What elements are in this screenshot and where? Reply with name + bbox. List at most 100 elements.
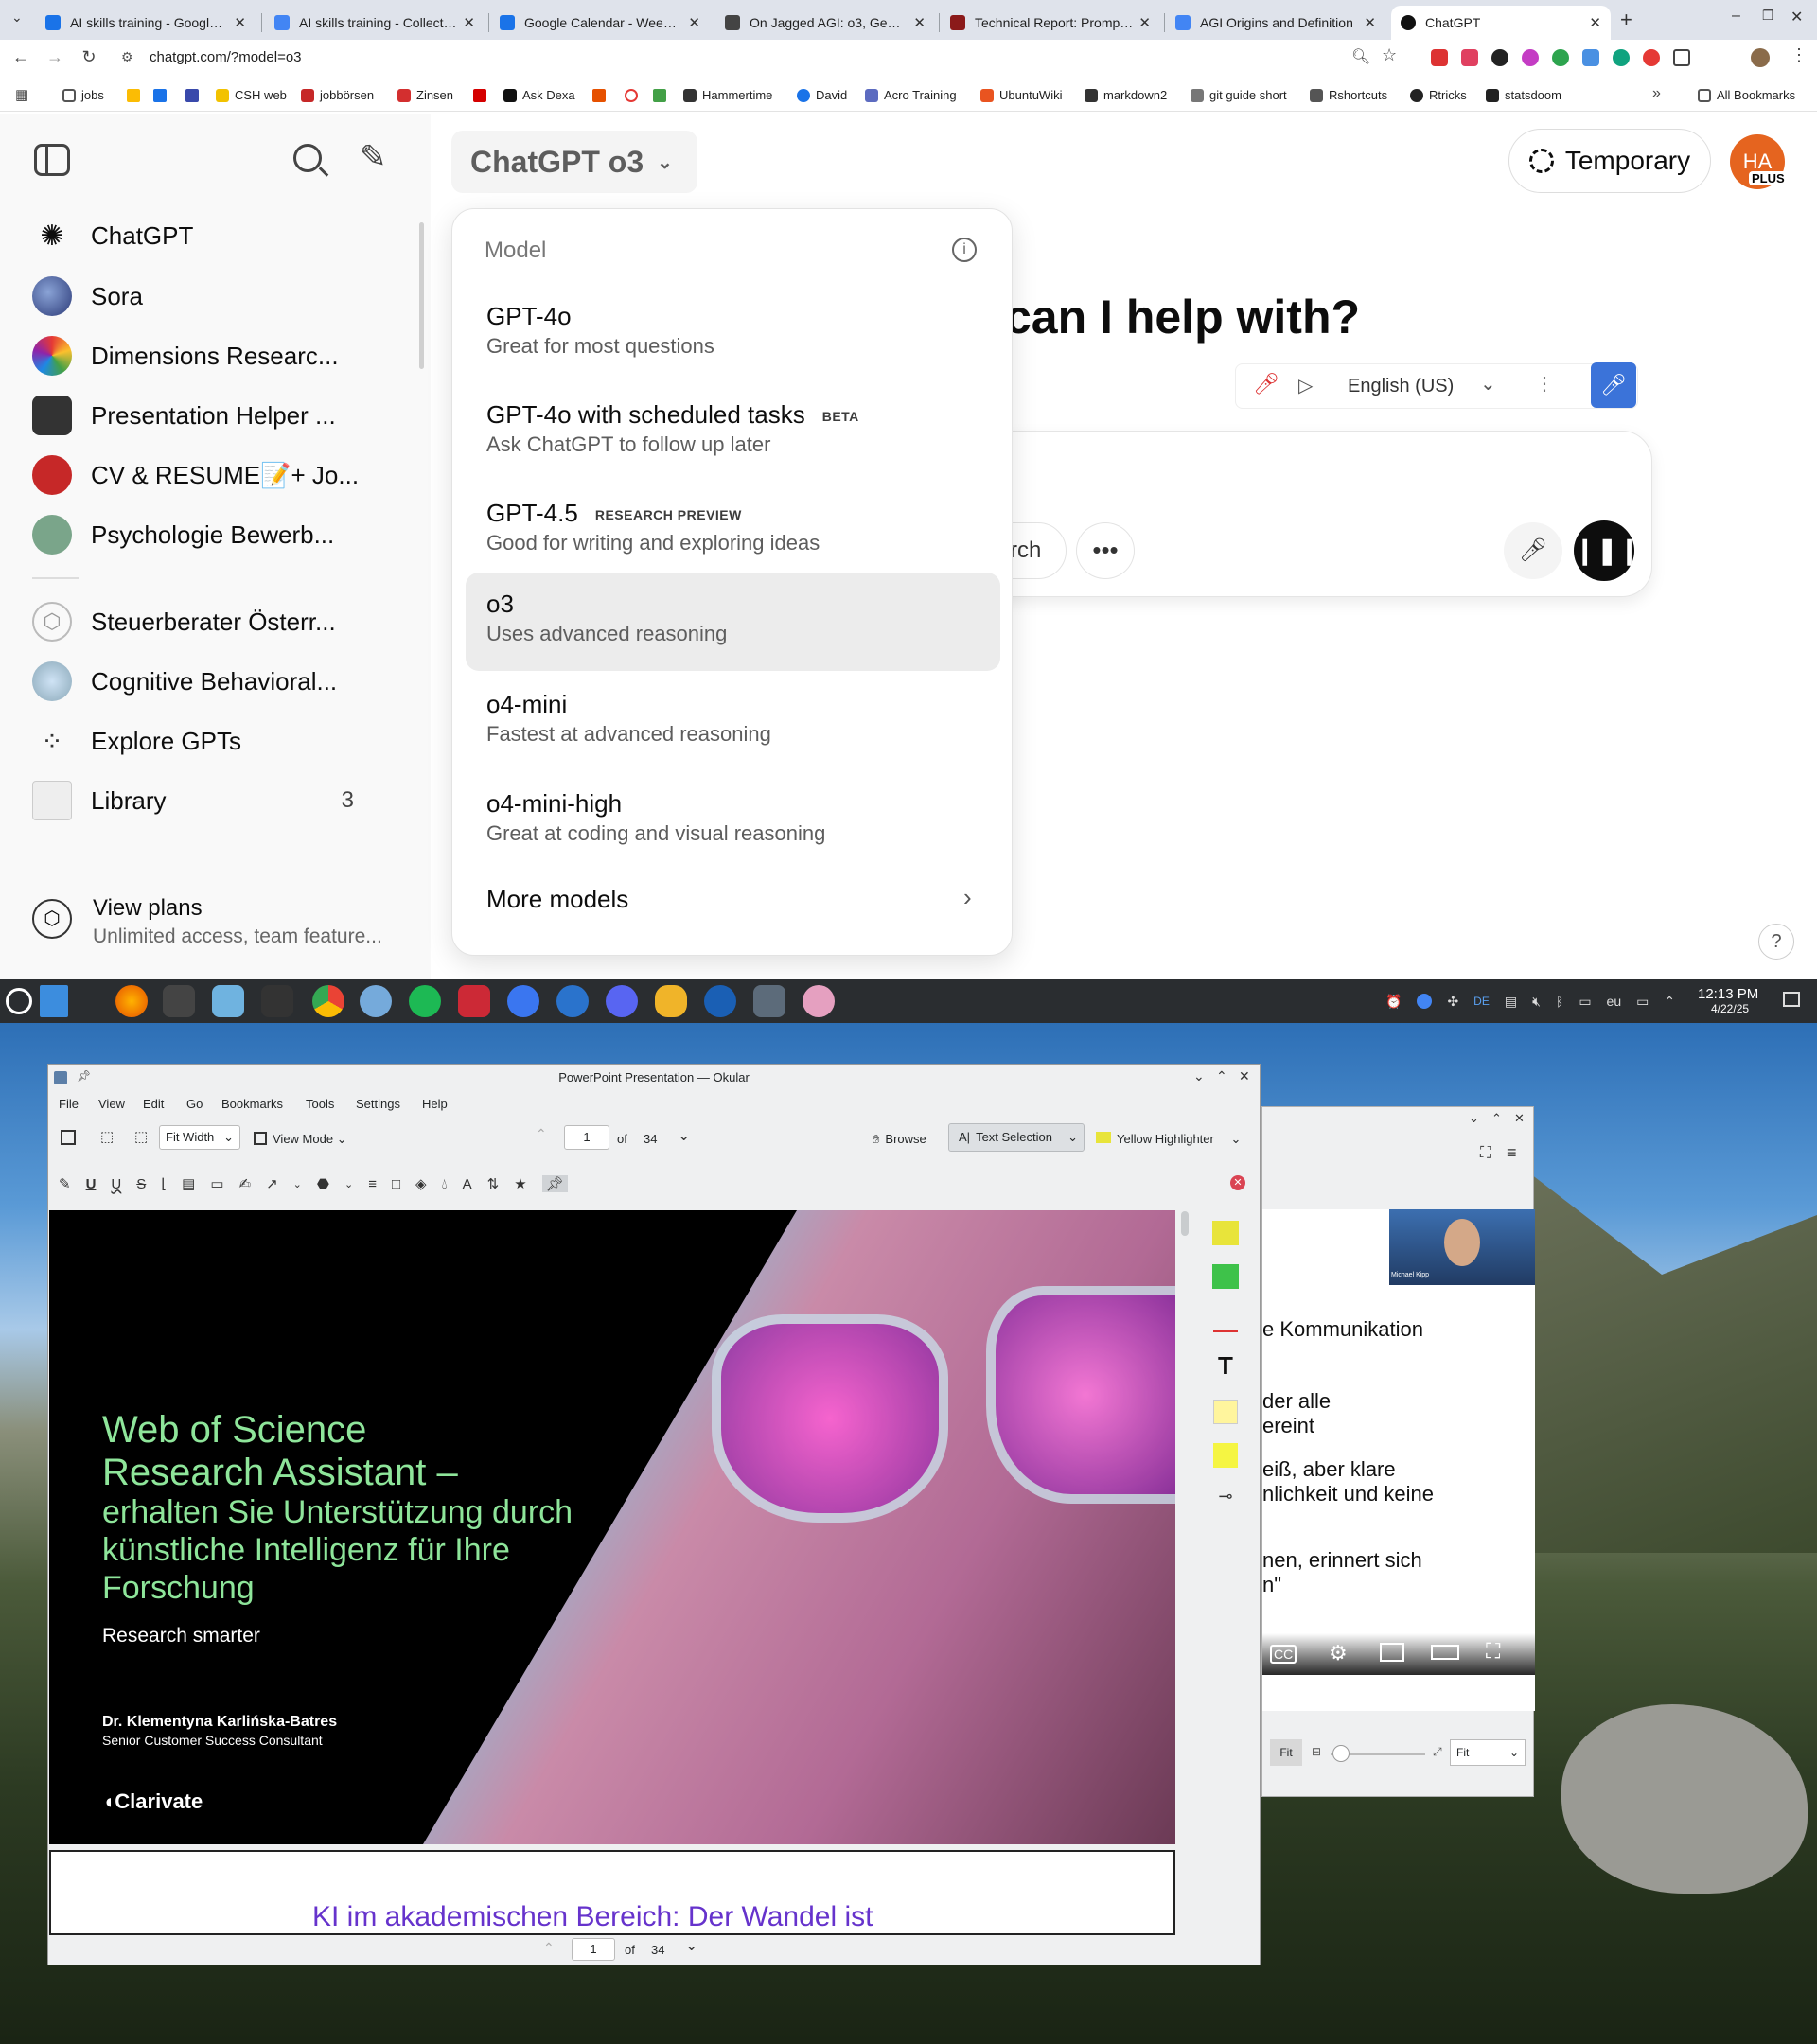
chrome-icon[interactable] <box>312 985 344 1017</box>
menu-bookmarks[interactable]: Bookmarks <box>221 1097 283 1111</box>
model-option-o4-mini[interactable]: o4-mini Fastest at advanced reasoning <box>466 673 1000 771</box>
new-chat-icon[interactable]: ✎ <box>360 138 387 176</box>
sidebar-scrollbar[interactable] <box>419 222 424 369</box>
menu-icon[interactable]: ⋮ <box>1791 45 1808 65</box>
spotify-icon[interactable] <box>409 985 441 1017</box>
opacity-icon[interactable]: 💧︎ <box>442 1176 448 1192</box>
browse-tool-button[interactable]: ✋︎ Browse <box>873 1132 926 1147</box>
more-vertical-icon[interactable]: ⋮ <box>1535 372 1554 396</box>
monitor-icon[interactable]: ▭ <box>1636 994 1649 1010</box>
new-tab-icon[interactable]: + <box>1620 8 1632 32</box>
pen-icon[interactable]: ✎ <box>59 1175 71 1192</box>
sidebar-item-explore-gpts[interactable]: ⁘ Explore GPTs <box>32 716 392 766</box>
site-info-icon[interactable]: ⚙ <box>121 49 133 65</box>
close-icon[interactable]: ✕ <box>463 14 475 31</box>
tab-7-active[interactable]: ChatGPT ✕ <box>1391 6 1611 40</box>
view-mode-button[interactable]: View Mode ⌄ <box>254 1132 347 1147</box>
chevron-up-icon[interactable]: ⌃ <box>1491 1111 1502 1126</box>
sidebar-item-steuerberater[interactable]: ⬡ Steuerberater Österr... <box>32 597 392 646</box>
bookmark-jobboersen[interactable]: jobbörsen <box>301 88 374 102</box>
bookmark-icon[interactable] <box>653 89 666 102</box>
bookmark-david[interactable]: David <box>797 88 847 102</box>
sidebar-item-chatgpt[interactable]: ✺ ChatGPT <box>32 211 392 260</box>
reload-icon[interactable]: ↻ <box>78 47 100 67</box>
chrome-tray-icon[interactable] <box>1417 994 1433 1009</box>
ext-icon[interactable] <box>1613 49 1630 66</box>
view-plans[interactable]: ⬡ View plans Unlimited access, team feat… <box>32 895 411 952</box>
bookmark-rtricks[interactable]: Rtricks <box>1410 88 1467 102</box>
arrow-icon[interactable]: ↗ <box>266 1175 278 1192</box>
cc-icon[interactable]: CC <box>1270 1645 1297 1664</box>
tray-expand-icon[interactable]: ⌃ <box>1664 994 1675 1010</box>
miniplayer-icon[interactable] <box>1380 1643 1404 1662</box>
bookmark-icon[interactable] <box>185 89 199 102</box>
volume-icon[interactable]: 🔇︎ <box>1532 994 1541 1010</box>
bookmark-icon[interactable] <box>127 89 140 102</box>
model-selector-button[interactable]: ChatGPT o3 ⌄ <box>451 131 697 193</box>
highlighter-tool-button[interactable]: Yellow Highlighter ⌄ <box>1096 1132 1241 1147</box>
sidebar-item-dimensions[interactable]: Dimensions Researc... <box>32 331 392 380</box>
ext-icon[interactable] <box>1522 49 1539 66</box>
typewriter-icon[interactable]: ⌊ <box>161 1175 167 1192</box>
settings-icon[interactable]: ⚙ <box>1329 1641 1348 1665</box>
close-icon[interactable]: ✕ <box>234 14 246 31</box>
info-icon[interactable]: i <box>952 238 977 262</box>
bluetooth-icon[interactable]: ᛒ <box>1556 994 1563 1009</box>
ext-icon[interactable] <box>1461 49 1478 66</box>
model-option-o3[interactable]: o3 Uses advanced reasoning <box>466 573 1000 671</box>
pin-annotation-icon[interactable]: 📌︎ <box>541 1175 568 1192</box>
terminal-icon[interactable] <box>163 985 195 1017</box>
close-icon[interactable]: ✕ <box>913 14 926 31</box>
keyboard-lang[interactable]: DE <box>1473 995 1490 1008</box>
menu-edit[interactable]: Edit <box>143 1097 164 1111</box>
bookmark-markdown2[interactable]: markdown2 <box>1085 88 1167 102</box>
zoom-slider-handle[interactable] <box>1332 1745 1350 1762</box>
bookmark-csh-web[interactable]: CSH web <box>216 88 287 102</box>
files-icon[interactable] <box>212 985 244 1017</box>
bookmark-acro-training[interactable]: Acro Training <box>865 88 957 102</box>
zoom-icon[interactable]: 🔍︎ <box>1351 47 1370 66</box>
sidebar-toggle-icon[interactable] <box>34 144 70 176</box>
alarm-icon[interactable]: ⏰ <box>1385 994 1402 1010</box>
bookmark-ask-dexa[interactable]: Ask Dexa <box>503 88 575 102</box>
ext-icon[interactable] <box>1491 49 1508 66</box>
sidebar-item-presentation[interactable]: Presentation Helper ... <box>32 391 392 440</box>
close-icon[interactable]: ✕ <box>1364 14 1376 31</box>
more-models[interactable]: More models › <box>466 872 1000 932</box>
restore-icon[interactable]: ❐ <box>1762 8 1774 24</box>
ext-icon[interactable] <box>1582 49 1599 66</box>
model-option-gpt-4o[interactable]: GPT-4o Great for most questions <box>466 285 1000 383</box>
yellow-highlighter-icon[interactable] <box>1212 1221 1239 1245</box>
close-icon[interactable]: ✕ <box>1589 14 1601 31</box>
console-icon[interactable] <box>261 985 293 1017</box>
close-icon[interactable]: ✕ <box>688 14 700 31</box>
more-bookmarks-icon[interactable]: » <box>1652 85 1661 102</box>
minimize-icon[interactable]: – <box>1732 8 1740 25</box>
sidebar-item-sora[interactable]: Sora <box>32 272 392 321</box>
adjust-icon[interactable]: ⇅ <box>487 1175 500 1192</box>
next-page-icon[interactable]: ⌄ <box>678 1126 690 1145</box>
bookmark-git-guide[interactable]: git guide short <box>1191 88 1287 102</box>
chevron-down-icon[interactable]: ⌄ <box>344 1178 353 1190</box>
duck-icon[interactable] <box>655 985 687 1017</box>
rstudio-icon[interactable] <box>360 985 392 1017</box>
squiggle-icon[interactable]: U <box>111 1176 121 1192</box>
bookmark-rshortcuts[interactable]: Rshortcuts <box>1310 88 1387 102</box>
fill-icon[interactable]: ◈ <box>415 1175 427 1192</box>
fit-screen-icon[interactable]: ⛶ <box>1480 1145 1491 1162</box>
clipboard-icon[interactable]: ▤ <box>1505 994 1517 1010</box>
theater-icon[interactable] <box>1431 1645 1459 1660</box>
shape-icon[interactable]: □ <box>392 1176 400 1192</box>
app-menu-icon[interactable] <box>6 988 32 1014</box>
red-underline-icon[interactable] <box>1213 1308 1238 1332</box>
model-option-gpt-4-5[interactable]: GPT-4.5 RESEARCH PREVIEW Good for writing … <box>466 482 1000 580</box>
keyboard-layout[interactable]: eu <box>1607 994 1622 1009</box>
page-input[interactable]: 1 <box>564 1125 609 1150</box>
bottom-page-input[interactable]: 1 <box>572 1938 615 1961</box>
bottom-next-page-icon[interactable]: ⌄ <box>685 1936 697 1955</box>
star-icon[interactable]: ☆ <box>1382 45 1397 65</box>
mic-off-icon[interactable]: 🎤︎ <box>1253 372 1279 396</box>
menu-file[interactable]: File <box>59 1097 79 1111</box>
bookmark-icon[interactable] <box>473 89 486 102</box>
chevron-down-icon[interactable]: ⌄ <box>1480 372 1496 396</box>
